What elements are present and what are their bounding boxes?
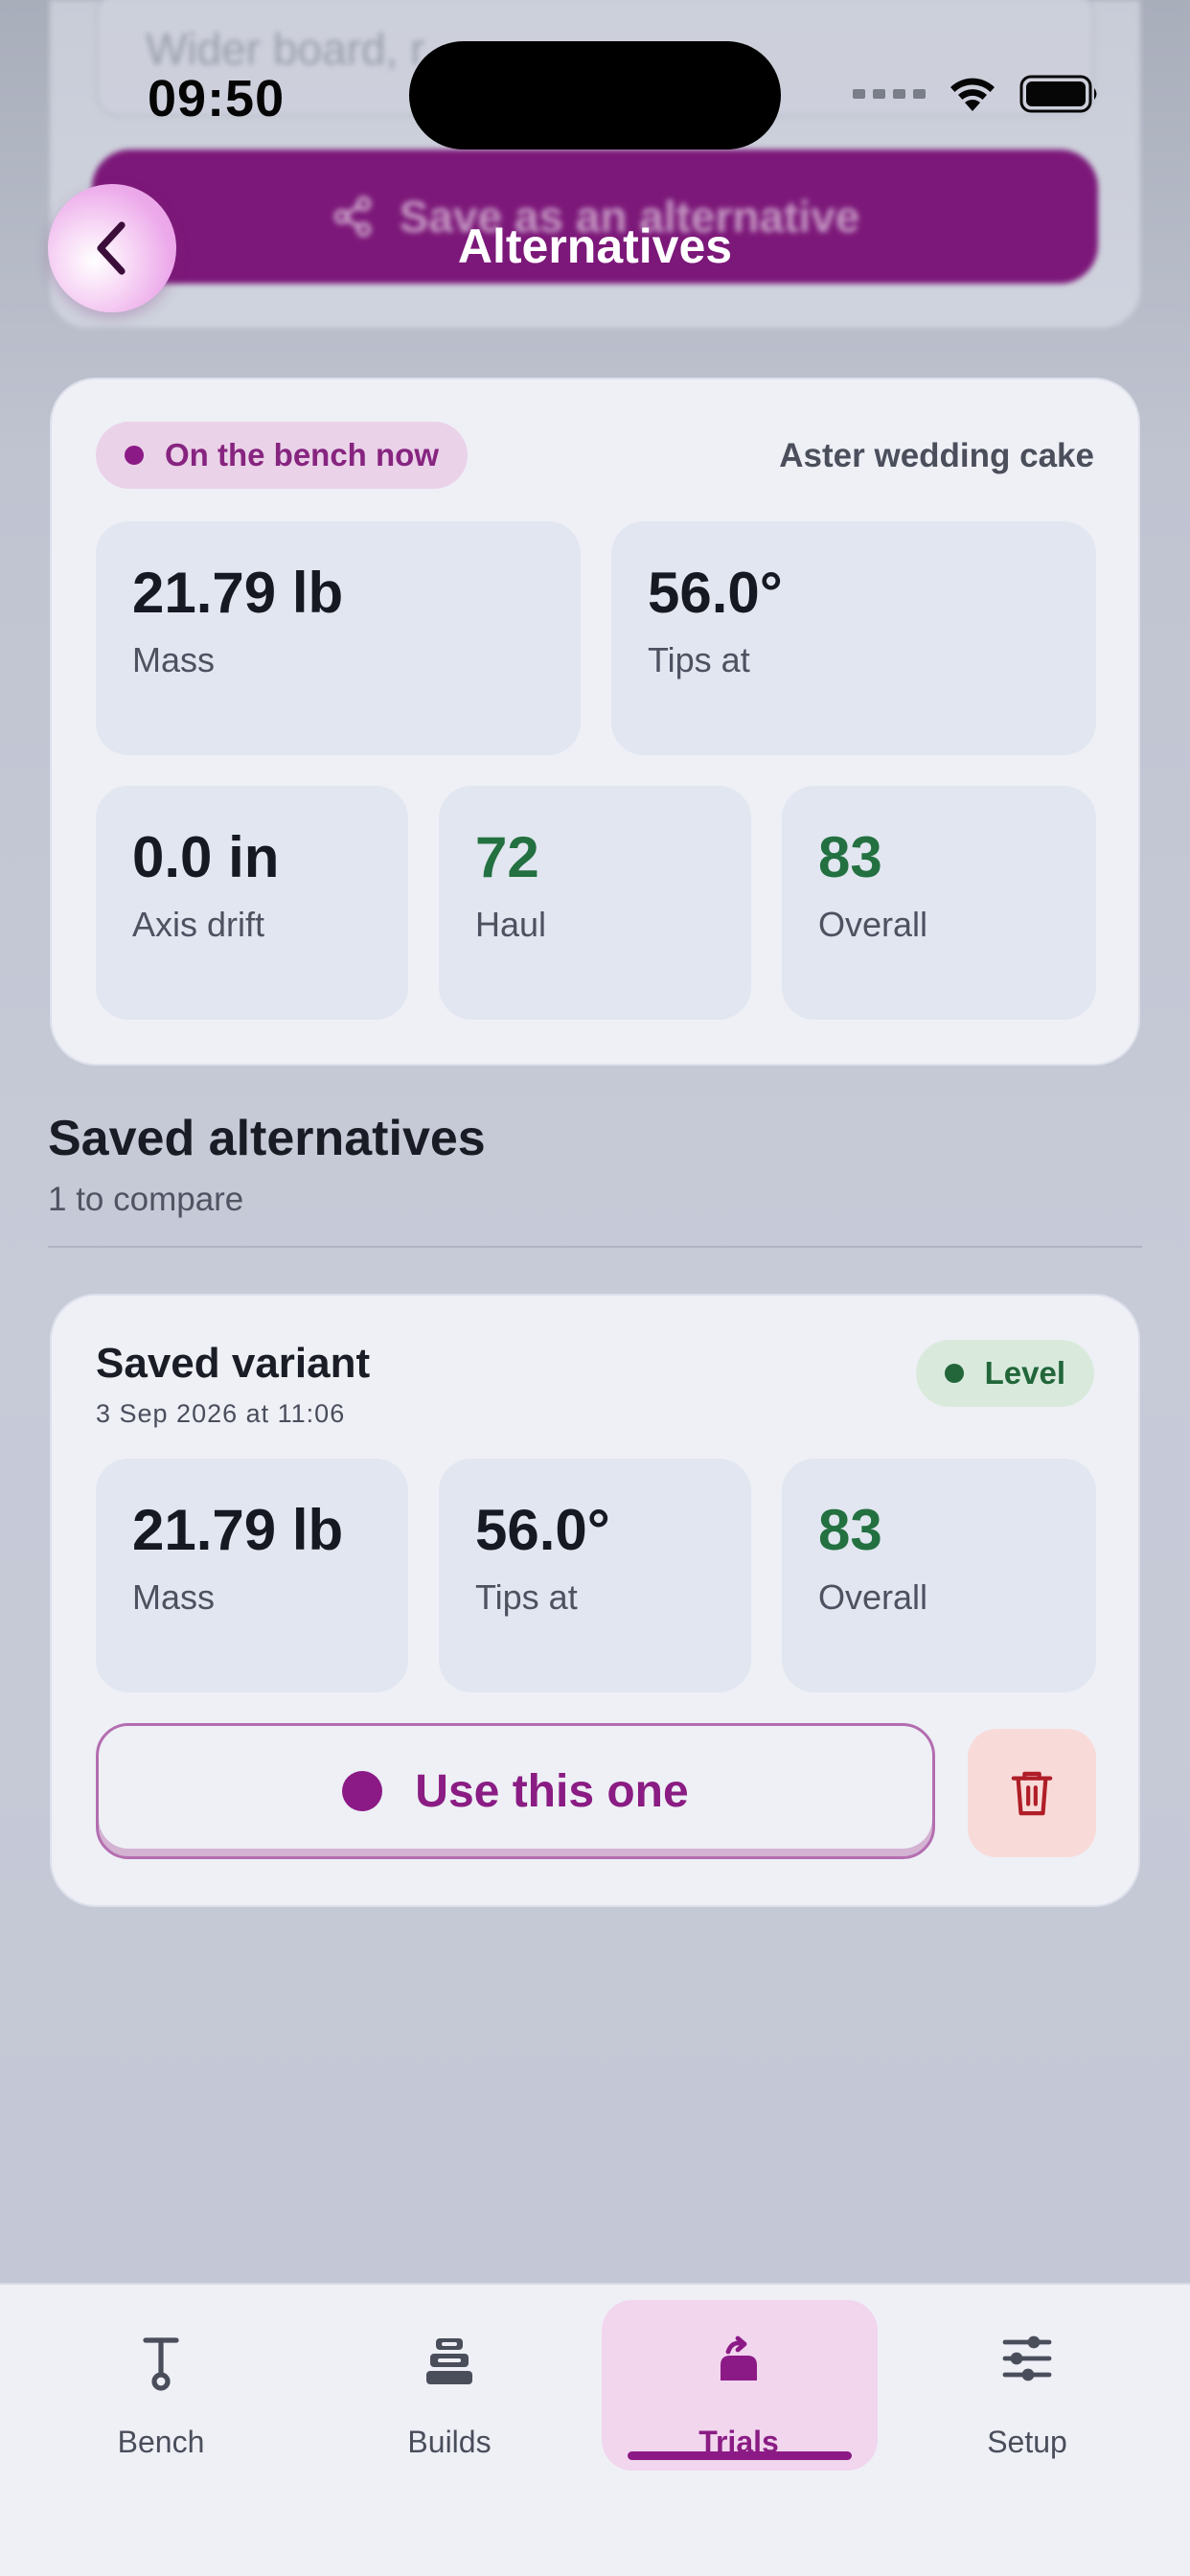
stat-label: Haul — [475, 905, 547, 944]
stat-value: 0.0 in — [132, 825, 280, 889]
trial-cake-icon — [721, 2335, 757, 2380]
stat-value: 21.79 lb — [132, 561, 344, 625]
stat-value: 56.0° — [475, 1498, 610, 1562]
background-input-placeholder: Wider board, r — [146, 24, 425, 74]
level-badge-label: Level — [984, 1355, 1065, 1391]
saved-variant-date: 3 Sep 2026 at 11:06 — [96, 1399, 346, 1428]
stat-value: 72 — [475, 825, 539, 889]
section-divider — [48, 1246, 1142, 1248]
status-icons — [853, 75, 1100, 113]
stat-label: Overall — [818, 905, 928, 944]
tab-bar: Bench Builds Trials Setup — [0, 2283, 1190, 2576]
saved-stat-tips-at: 56.0° Tips at — [439, 1459, 751, 1692]
section-subtitle: 1 to compare — [48, 1181, 244, 1218]
stat-label: Tips at — [648, 640, 750, 679]
page-title: Alternatives — [457, 219, 733, 273]
level-badge: Level — [915, 1340, 1094, 1407]
stat-tips-at: 56.0° Tips at — [611, 521, 1096, 755]
current-bench-card: On the bench now Aster wedding cake 21.7… — [50, 378, 1140, 1066]
stat-value: 83 — [818, 825, 882, 889]
saved-stat-mass: 21.79 lb Mass — [96, 1459, 408, 1692]
tab-bench[interactable]: Bench — [17, 2285, 305, 2467]
on-bench-badge-label: On the bench now — [165, 437, 439, 472]
status-time: 09:50 — [148, 70, 286, 127]
stack-icon — [426, 2338, 472, 2384]
dynamic-island — [409, 41, 781, 150]
use-this-one-button[interactable]: Use this one — [96, 1723, 935, 1859]
wifi-icon — [950, 78, 995, 111]
tab-label: Setup — [987, 2425, 1067, 2459]
stat-value: 83 — [818, 1498, 882, 1562]
status-dot-icon — [125, 446, 144, 465]
section-title: Saved alternatives — [48, 1111, 486, 1166]
stat-value: 21.79 lb — [132, 1498, 344, 1562]
stat-overall: 83 Overall — [782, 786, 1096, 1020]
dot-icon — [342, 1771, 383, 1811]
trash-icon — [1011, 1771, 1053, 1816]
project-name: Aster wedding cake — [779, 437, 1094, 474]
tab-label: Bench — [117, 2425, 205, 2459]
stat-label: Mass — [132, 640, 216, 679]
tab-trials[interactable]: Trials — [595, 2285, 882, 2467]
status-dot-icon — [944, 1364, 964, 1383]
battery-icon — [1019, 75, 1097, 113]
tab-label: Builds — [407, 2425, 492, 2459]
stat-axis-drift: 0.0 in Axis drift — [96, 786, 408, 1020]
cellular-signal-icon — [853, 89, 926, 99]
tab-label: Trials — [698, 2425, 779, 2459]
delete-button[interactable] — [968, 1729, 1096, 1857]
tab-setup[interactable]: Setup — [883, 2285, 1171, 2467]
saved-variant-card: Saved variant 3 Sep 2026 at 11:06 Level … — [50, 1294, 1140, 1907]
stat-label: Overall — [818, 1577, 928, 1617]
stat-label: Axis drift — [132, 905, 265, 944]
on-bench-badge: On the bench now — [96, 422, 468, 489]
stat-value: 56.0° — [648, 561, 783, 625]
stat-haul: 72 Haul — [439, 786, 751, 1020]
bench-tool-icon — [143, 2337, 179, 2391]
stat-label: Tips at — [475, 1577, 578, 1617]
stat-mass: 21.79 lb Mass — [96, 521, 581, 755]
use-this-one-label: Use this one — [415, 1765, 689, 1817]
tab-builds[interactable]: Builds — [306, 2285, 593, 2467]
saved-stat-overall: 83 Overall — [782, 1459, 1096, 1692]
sliders-icon — [1002, 2335, 1052, 2381]
saved-variant-title: Saved variant — [96, 1340, 371, 1387]
stat-label: Mass — [132, 1577, 216, 1617]
